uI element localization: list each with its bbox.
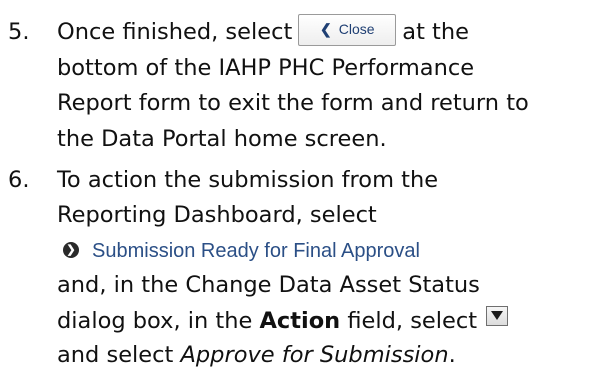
step-text: Once finished, select <box>57 19 293 45</box>
step-number: 5. <box>8 19 30 45</box>
step-text: Report form to exit the form and return … <box>57 90 529 116</box>
approve-option-name: Approve for Submission <box>180 342 449 368</box>
step-text: field, select <box>347 308 478 334</box>
step-text: bottom of the IAHP PHC Performance <box>57 55 475 81</box>
step-text: To action the submission from the <box>57 167 439 193</box>
step-text: the Data Portal home screen. <box>57 126 387 152</box>
arrow-circle-icon: ❯ <box>63 241 79 258</box>
chevron-left-icon: ❮ <box>320 20 332 37</box>
step-text: Reporting Dashboard, select <box>57 202 377 228</box>
step-text: . <box>448 342 456 368</box>
step-text: at the <box>402 19 469 45</box>
action-field-name: Action <box>259 308 341 334</box>
step-number: 6. <box>8 167 30 193</box>
dropdown-arrow-icon[interactable] <box>486 305 509 326</box>
submission-ready-link[interactable]: ❯ Submission Ready for Final Approval <box>57 240 420 262</box>
step-text: dialog box, in the <box>57 308 253 334</box>
submission-ready-label: Submission Ready for Final Approval <box>92 240 420 262</box>
instruction-document: 5. Once finished, select ❮ Close at the bot… <box>0 0 604 376</box>
close-button-label: Close <box>338 20 375 37</box>
step-text: and, in the Change Data Asset Status <box>57 272 480 298</box>
step-text: and select <box>57 342 174 368</box>
close-button[interactable]: ❮ Close <box>298 13 397 46</box>
